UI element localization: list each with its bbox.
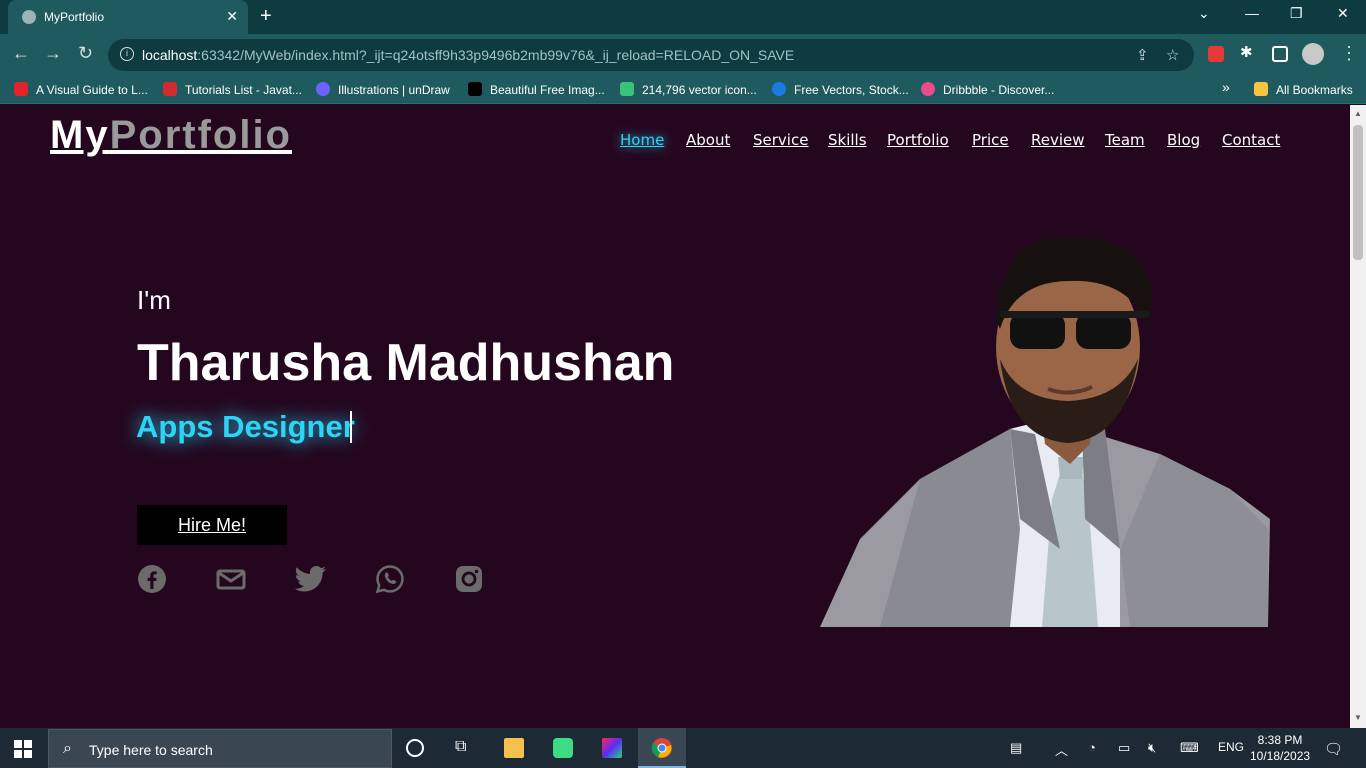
bookmark-favicon-icon: [468, 82, 482, 96]
bookmark-item[interactable]: A Visual Guide to L...: [14, 82, 148, 97]
news-widget-icon[interactable]: ▤: [1010, 740, 1022, 756]
portfolio-page: MyPortfolio Home About Service Skills Po…: [0, 105, 1350, 728]
page-scrollbar[interactable]: ▲ ▼: [1350, 105, 1366, 728]
wifi-icon[interactable]: ◔: [1088, 740, 1096, 755]
system-clock[interactable]: 8:38 PM 10/18/2023: [1250, 732, 1310, 764]
folder-icon: [1254, 82, 1268, 96]
nav-team[interactable]: Team: [1105, 131, 1145, 149]
greeting-text: I'm: [137, 285, 171, 315]
share-icon[interactable]: ⇪: [1136, 46, 1149, 64]
hero-name: Tharusha Madhushan: [137, 334, 675, 392]
chrome-taskbar-button[interactable]: [638, 728, 686, 768]
facebook-icon[interactable]: [137, 564, 167, 594]
close-window-icon[interactable]: ✕: [1337, 5, 1349, 22]
bookmark-item[interactable]: Dribbble - Discover...: [921, 82, 1054, 97]
site-logo[interactable]: MyPortfolio: [50, 113, 292, 158]
restore-icon[interactable]: ❐: [1290, 5, 1303, 22]
nav-about[interactable]: About: [686, 131, 730, 149]
minimize-icon[interactable]: —: [1245, 5, 1259, 21]
clock-time: 8:38 PM: [1257, 733, 1303, 747]
language-indicator[interactable]: ENG: [1218, 740, 1244, 754]
browser-toolbar: ← → ↻ i localhost:63342/MyWeb/index.html…: [0, 34, 1366, 76]
bookmark-favicon-icon: [620, 82, 634, 96]
whatsapp-icon[interactable]: [375, 564, 405, 594]
scrollbar-thumb[interactable]: [1353, 125, 1363, 260]
taskbar-search[interactable]: ⌕ Type here to search: [48, 729, 392, 768]
nav-blog[interactable]: Blog: [1167, 131, 1200, 149]
more-bookmarks-icon[interactable]: »: [1222, 79, 1230, 95]
bookmark-star-icon[interactable]: ☆: [1166, 46, 1179, 64]
taskbar-search-placeholder: Type here to search: [89, 742, 213, 758]
volume-muted-icon[interactable]: 🔇︎: [1148, 740, 1156, 756]
address-bar[interactable]: i localhost:63342/MyWeb/index.html?_ijt=…: [108, 39, 1194, 71]
back-icon[interactable]: ←: [12, 43, 30, 64]
tab-title: MyPortfolio: [44, 10, 105, 24]
intellij-icon[interactable]: [602, 738, 622, 758]
battery-icon[interactable]: ▭: [1118, 740, 1130, 756]
bookmarks-bar: A Visual Guide to L... Tutorials List - …: [0, 76, 1366, 104]
instagram-icon[interactable]: [454, 564, 484, 594]
tray-chevron-icon[interactable]: ︿: [1055, 740, 1068, 759]
nav-review[interactable]: Review: [1031, 131, 1085, 149]
nav-portfolio[interactable]: Portfolio: [887, 131, 949, 149]
extension-pdf-icon[interactable]: [1208, 46, 1224, 62]
browser-tab-bar: MyPortfolio ✕ + ⌄ — ❐ ✕: [0, 0, 1366, 34]
site-info-icon[interactable]: i: [120, 47, 134, 61]
tab-search-icon[interactable]: ⌄: [1198, 5, 1210, 22]
windows-taskbar: ⌕ Type here to search ⧉ ▤ ︿ ◔ ▭ 🔇︎ ⌨ ENG…: [0, 728, 1366, 768]
clock-date: 10/18/2023: [1250, 749, 1311, 763]
globe-icon: [22, 10, 36, 24]
notifications-icon[interactable]: 🗨︎: [1324, 740, 1343, 758]
nav-home[interactable]: Home: [620, 131, 664, 149]
bookmark-item[interactable]: Free Vectors, Stock...: [772, 82, 909, 97]
nav-price[interactable]: Price: [972, 131, 1009, 149]
scroll-down-icon[interactable]: ▼: [1354, 713, 1362, 722]
all-bookmarks-folder[interactable]: All Bookmarks: [1254, 82, 1353, 97]
url-text: localhost:63342/MyWeb/index.html?_ijt=q2…: [142, 47, 795, 63]
nav-skills[interactable]: Skills: [828, 131, 867, 149]
hero-role: Apps Designer: [136, 409, 355, 444]
windows-start-icon[interactable]: [14, 740, 32, 758]
keyboard-icon[interactable]: ⌨: [1180, 740, 1199, 756]
extensions-puzzle-icon[interactable]: ✱: [1240, 43, 1256, 61]
new-tab-button[interactable]: +: [260, 5, 272, 28]
bookmark-item[interactable]: Tutorials List - Javat...: [163, 82, 302, 97]
reload-icon[interactable]: ↻: [78, 43, 93, 64]
file-explorer-icon[interactable]: [504, 738, 524, 758]
browser-tab[interactable]: MyPortfolio ✕: [8, 0, 248, 34]
scroll-up-icon[interactable]: ▲: [1354, 109, 1362, 118]
profile-photo: [820, 236, 1270, 627]
nav-service[interactable]: Service: [753, 131, 808, 149]
chrome-icon: [651, 738, 672, 758]
bookmark-item[interactable]: Beautiful Free Imag...: [468, 82, 605, 97]
bookmark-favicon-icon: [772, 82, 786, 96]
side-panel-icon[interactable]: [1272, 46, 1288, 62]
cortana-icon[interactable]: [406, 739, 424, 757]
task-view-icon[interactable]: ⧉: [455, 738, 475, 758]
nav-contact[interactable]: Contact: [1222, 131, 1280, 149]
profile-avatar[interactable]: [1302, 43, 1324, 65]
android-studio-icon[interactable]: [553, 738, 573, 758]
mail-icon[interactable]: [216, 564, 246, 594]
bookmark-item[interactable]: Illustrations | unDraw: [316, 82, 450, 97]
bookmark-favicon-icon: [163, 82, 177, 96]
twitter-icon[interactable]: [294, 564, 328, 594]
typing-cursor: [350, 411, 352, 443]
forward-icon[interactable]: →: [44, 43, 62, 64]
hire-me-button[interactable]: Hire Me!: [137, 505, 287, 545]
bookmark-favicon-icon: [14, 82, 28, 96]
search-icon: ⌕: [63, 740, 72, 757]
menu-kebab-icon[interactable]: ⋮: [1340, 43, 1358, 64]
bookmark-item[interactable]: 214,796 vector icon...: [620, 82, 757, 97]
tab-close-icon[interactable]: ✕: [226, 8, 238, 25]
bookmark-favicon-icon: [316, 82, 330, 96]
bookmark-favicon-icon: [921, 82, 935, 96]
